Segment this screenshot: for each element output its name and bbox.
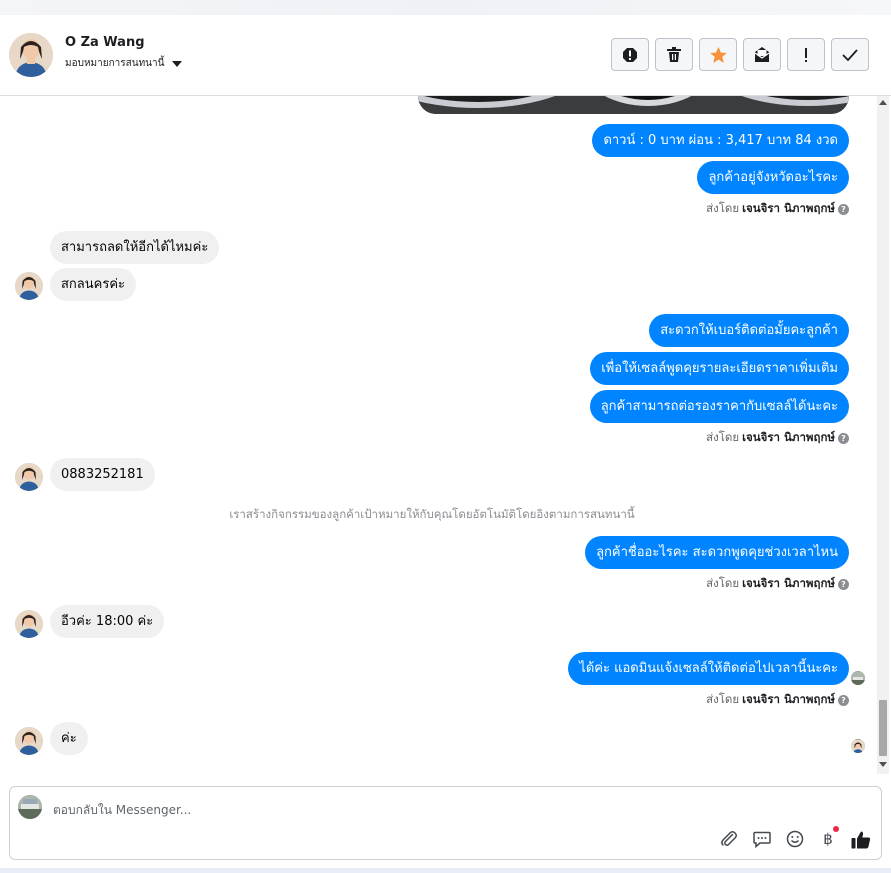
message-outgoing[interactable]: ลูกค้าสามารถต่อรองราคากับเซลล์ได้นะคะ [589,390,849,423]
reply-composer[interactable]: ตอบกลับใน Messenger... ฿ [9,786,882,860]
trash-icon [667,47,681,62]
reply-input[interactable]: ตอบกลับใน Messenger... [53,801,191,820]
like-icon [851,831,871,848]
emoji-button[interactable] [785,829,805,849]
message-outgoing[interactable]: ลูกค้าชื่ออะไรคะ สะดวกพูดคุยช่วงเวลาไหน [585,536,849,569]
conversation-header: O Za Wang มอบหมายการสนทนานี้ [0,15,891,96]
contact-avatar-small[interactable] [15,463,43,491]
report-spam-icon [623,47,637,62]
sent-by-prefix: ส่งโดย [706,692,740,706]
scroll-up-arrow-icon[interactable] [879,100,887,105]
mark-unread-button[interactable] [743,38,781,71]
baht-payment-button[interactable]: ฿ [818,826,839,849]
caret-down-icon [172,60,183,67]
sender-name[interactable]: เจนจิรา นิภาพฤกษ์ [742,691,835,709]
sender-name[interactable]: เจนจิรา นิภาพฤกษ์ [742,200,835,218]
emoji-icon [786,830,804,848]
sent-by-label: ส่งโดย เจนจิรา นิภาพฤกษ์ ? [706,575,849,593]
sent-by-label: ส่งโดย เจนจิรา นิภาพฤกษ์ ? [706,691,849,709]
mark-done-button[interactable] [831,38,869,71]
message-thread: 1/2 ดาวน์ : 0 บาท ผ่อน : 3,417 บาท 84 งว… [0,96,875,774]
help-icon[interactable]: ? [838,203,849,215]
sent-by-label: ส่งโดย เจนจิรา นิภาพฤกษ์ ? [706,200,849,218]
assign-label: มอบหมายการสนทนานี้ [65,58,165,69]
star-icon [709,46,727,63]
follow-up-button[interactable] [787,38,825,71]
delete-button[interactable] [655,38,693,71]
sender-name[interactable]: เจนจิรา นิภาพฤกษ์ [742,575,835,593]
contact-avatar-small[interactable] [15,727,43,755]
message-outgoing[interactable]: ลูกค้าอยู่จังหวัดอะไรคะ [697,161,849,194]
sender-name[interactable]: เจนจิรา นิภาพฤกษ์ [742,429,835,447]
message-incoming[interactable]: สกลนครค่ะ [50,268,137,301]
help-icon[interactable]: ? [838,694,849,706]
assign-conversation-dropdown[interactable]: มอบหมายการสนทนานี้ [65,56,183,71]
sent-by-prefix: ส่งโดย [706,201,740,215]
message-outgoing[interactable]: ดาวน์ : 0 บาท ผ่อน : 3,417 บาท 84 งวด [592,124,849,157]
sent-by-prefix: ส่งโดย [706,576,740,590]
scroll-down-arrow-icon[interactable] [879,762,887,767]
conversation-actions [611,38,869,71]
notification-dot [833,826,839,832]
system-note: เราสร้างกิจกรรมของลูกค้าเป้าหมายให้กับคุ… [229,507,635,521]
seen-receipt-avatar [851,671,865,685]
sent-by-prefix: ส่งโดย [706,430,740,444]
bottom-strip [0,868,891,873]
saved-replies-button[interactable] [752,829,772,849]
page-avatar [18,795,42,819]
mark-unread-icon [754,47,770,62]
scrollbar-thumb[interactable] [879,700,887,756]
baht-payment-icon: ฿ [823,830,833,848]
composer-tools: ฿ [719,826,871,849]
message-incoming[interactable]: ค่ะ [50,722,88,755]
message-incoming[interactable]: 0883252181 [50,458,155,491]
saved-replies-icon [753,831,771,848]
message-incoming[interactable]: สามารถลดให้อีกได้ไหมค่ะ [50,231,220,264]
message-outgoing[interactable]: ได้ค่ะ แอดมินแจ้งเซลล์ให้ติดต่อไปเวลานี้… [568,652,849,685]
seen-receipt-avatar [851,739,865,753]
follow-up-icon [805,47,807,62]
thread-scrollbar[interactable] [877,96,889,774]
attachment-icon [721,831,737,846]
done-check-icon [842,48,858,61]
top-strip [0,0,891,15]
image-attachment[interactable]: 1/2 [418,96,849,114]
contact-avatar-small[interactable] [15,272,43,300]
like-button[interactable] [851,829,871,849]
contact-avatar[interactable] [9,33,53,77]
message-outgoing[interactable]: เพื่อให้เซลล์พูดคุยรายละเอียดราคาเพิ่มเต… [590,352,849,385]
help-icon[interactable]: ? [838,432,849,444]
message-incoming[interactable]: อีวค่ะ 18:00 ค่ะ [50,605,165,638]
star-button[interactable] [699,38,737,71]
sent-by-label: ส่งโดย เจนจิรา นิภาพฤกษ์ ? [706,429,849,447]
report-spam-button[interactable] [611,38,649,71]
contact-avatar-small[interactable] [15,610,43,638]
svg-text:1/2: 1/2 [640,96,654,97]
message-outgoing[interactable]: สะดวกให้เบอร์ติดต่อมั้ยคะลูกค้า [649,314,849,347]
attachment-button[interactable] [719,829,739,849]
contact-name[interactable]: O Za Wang [65,35,145,50]
help-icon[interactable]: ? [838,578,849,590]
